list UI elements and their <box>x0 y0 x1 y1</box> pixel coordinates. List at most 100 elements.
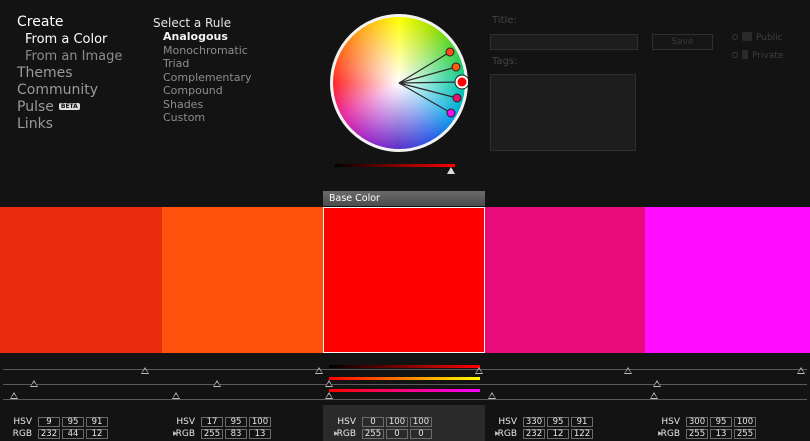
save-button[interactable]: Save <box>652 34 713 50</box>
slider-handle[interactable] <box>624 367 632 374</box>
hsv-v-field[interactable]: 100 <box>734 417 756 427</box>
group-icon <box>742 32 752 41</box>
slider-handle[interactable] <box>325 380 333 387</box>
swatch-3-base[interactable] <box>323 207 485 353</box>
rgb-b-field[interactable]: 0 <box>410 429 432 439</box>
wheel-marker-4[interactable] <box>452 93 462 103</box>
rgb-g-field[interactable]: 13 <box>710 429 732 439</box>
rule-complementary[interactable]: Complementary <box>153 71 251 85</box>
rule-shades[interactable]: Shades <box>153 98 251 112</box>
swatch-4[interactable] <box>485 207 645 353</box>
rgb-label: RGB <box>12 429 32 439</box>
rgb-r-field[interactable]: 255 <box>362 429 384 439</box>
slider-track-2[interactable] <box>3 384 807 385</box>
nav-community[interactable]: Community <box>17 82 122 99</box>
rule-analogous[interactable]: Analogous <box>153 30 251 44</box>
private-label: Private <box>752 51 784 61</box>
rgb-b-field[interactable]: 13 <box>249 429 271 439</box>
swatch-5-values: ▶ HSV 300 95 100 RGB 255 13 255 <box>658 416 810 441</box>
nav-from-an-image[interactable]: From an Image <box>17 48 122 65</box>
nav-themes[interactable]: Themes <box>17 65 122 82</box>
slider-handle[interactable] <box>650 392 658 399</box>
hsv-v-field[interactable]: 100 <box>249 417 271 427</box>
rule-custom[interactable]: Custom <box>153 111 251 125</box>
rule-monochromatic[interactable]: Monochromatic <box>153 44 251 58</box>
brightness-slider[interactable] <box>335 164 455 167</box>
rule-compound[interactable]: Compound <box>153 84 251 98</box>
slider-handle[interactable] <box>10 392 18 399</box>
hsv-v-field[interactable]: 91 <box>571 417 593 427</box>
slider-handle[interactable] <box>213 380 221 387</box>
rgb-g-field[interactable]: 83 <box>225 429 247 439</box>
hsv-h-field[interactable]: 0 <box>362 417 384 427</box>
slider-track-3[interactable] <box>3 399 807 400</box>
wheel-markers[interactable] <box>330 14 468 152</box>
wheel-marker-base[interactable] <box>455 75 468 89</box>
rgb-b-field[interactable]: 12 <box>86 429 108 439</box>
rgb-b-field[interactable]: 122 <box>571 429 593 439</box>
title-input[interactable] <box>490 34 638 50</box>
wheel-marker-2[interactable] <box>451 62 461 72</box>
slider-handle[interactable] <box>797 367 805 374</box>
swatch-1[interactable] <box>0 207 162 353</box>
tags-input[interactable] <box>490 74 636 151</box>
private-radio[interactable] <box>732 52 738 58</box>
rgb-g-field[interactable]: 44 <box>62 429 84 439</box>
public-radio[interactable] <box>732 34 738 40</box>
hsv-s-field[interactable]: 95 <box>710 417 732 427</box>
nav-from-a-color[interactable]: From a Color <box>17 31 122 48</box>
hsv-h-field[interactable]: 300 <box>686 417 708 427</box>
slider-handle[interactable] <box>141 367 149 374</box>
play-icon[interactable]: ▶ <box>658 430 663 437</box>
nav-links[interactable]: Links <box>17 116 122 133</box>
swatch-5[interactable] <box>645 207 810 353</box>
slider-handle[interactable] <box>475 367 483 374</box>
rgb-r-field[interactable]: 255 <box>201 429 223 439</box>
rgb-r-field[interactable]: 232 <box>523 429 545 439</box>
hsv-h-field[interactable]: 17 <box>201 417 223 427</box>
hsv-h-field[interactable]: 9 <box>38 417 60 427</box>
hsv-s-field[interactable]: 95 <box>225 417 247 427</box>
swatch-2[interactable] <box>162 207 323 353</box>
play-icon[interactable]: ▶ <box>173 430 178 437</box>
base-hue-bar[interactable] <box>329 377 480 380</box>
hsv-h-field[interactable]: 330 <box>523 417 545 427</box>
play-icon[interactable]: ▶ <box>334 430 339 437</box>
main-nav: Create From a Color From an Image Themes… <box>17 14 122 133</box>
rgb-b-field[interactable]: 255 <box>734 429 756 439</box>
rule-selector-title: Select a Rule <box>153 16 232 30</box>
visibility-public[interactable]: Public <box>732 32 783 43</box>
wheel-marker-1[interactable] <box>445 47 455 57</box>
base-saturation-bar[interactable] <box>329 389 480 392</box>
rule-triad[interactable]: Triad <box>153 57 251 71</box>
slider-handle[interactable] <box>653 380 661 387</box>
brightness-slider-handle[interactable] <box>447 167 455 174</box>
swatch-4-values: ▶ HSV 330 95 91 RGB 232 12 122 <box>495 416 647 441</box>
base-brightness-bar[interactable] <box>329 365 480 368</box>
slider-handle[interactable] <box>488 392 496 399</box>
hsv-v-field[interactable]: 100 <box>410 417 432 427</box>
hsv-label: HSV <box>176 417 195 427</box>
play-icon[interactable]: ▶ <box>495 430 500 437</box>
hsv-s-field[interactable]: 95 <box>62 417 84 427</box>
slider-handle[interactable] <box>30 380 38 387</box>
slider-handle[interactable] <box>325 392 333 399</box>
hsv-s-field[interactable]: 100 <box>386 417 408 427</box>
nav-create[interactable]: Create <box>17 14 122 31</box>
color-wheel[interactable] <box>330 14 468 152</box>
tags-label: Tags: <box>492 56 518 67</box>
slider-track-1[interactable] <box>3 369 807 370</box>
rgb-r-field[interactable]: 255 <box>686 429 708 439</box>
rgb-r-field[interactable]: 232 <box>38 429 60 439</box>
slider-handle[interactable] <box>172 392 180 399</box>
rgb-g-field[interactable]: 12 <box>547 429 569 439</box>
hsv-s-field[interactable]: 95 <box>547 417 569 427</box>
visibility-private[interactable]: Private <box>732 50 783 61</box>
rgb-g-field[interactable]: 0 <box>386 429 408 439</box>
slider-handle[interactable] <box>315 367 323 374</box>
wheel-marker-5[interactable] <box>446 108 456 118</box>
base-color-tab: Base Color <box>323 191 485 206</box>
color-app: Create From a Color From an Image Themes… <box>0 0 810 441</box>
hsv-v-field[interactable]: 91 <box>86 417 108 427</box>
nav-pulse[interactable]: Pulse BETA <box>17 99 122 116</box>
